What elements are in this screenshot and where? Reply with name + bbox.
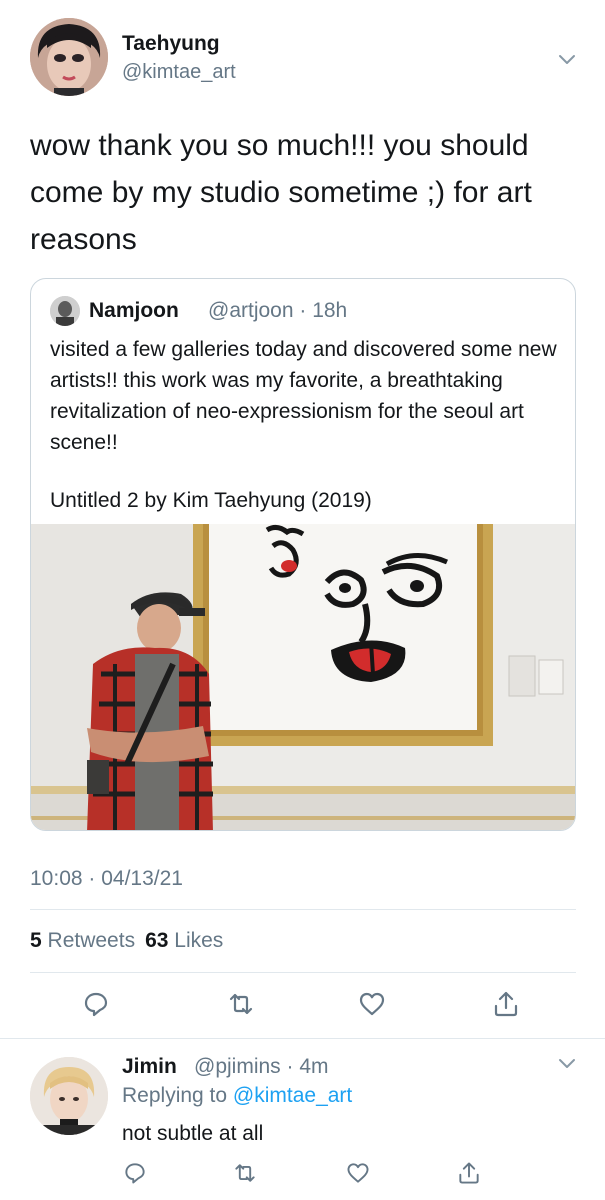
- reply-icon[interactable]: [122, 1160, 148, 1186]
- retweet-icon[interactable]: [232, 1160, 258, 1186]
- tweet-timestamp[interactable]: 10:08 · 04/13/21: [30, 867, 183, 891]
- quoted-author-avatar[interactable]: [50, 296, 80, 326]
- gallery-photo[interactable]: [31, 524, 575, 830]
- quoted-tweet-card[interactable]: Namjoon @artjoon · 18h visited a few gal…: [30, 278, 576, 831]
- replying-to-handle-link[interactable]: @kimtae_art: [233, 1084, 352, 1107]
- share-icon[interactable]: [456, 1160, 482, 1186]
- share-icon[interactable]: [491, 989, 521, 1019]
- like-icon[interactable]: [345, 1160, 371, 1186]
- tweet-text: wow thank you so much!!! you should come…: [30, 129, 532, 256]
- retweets-count[interactable]: 5: [30, 929, 42, 952]
- likes-label[interactable]: Likes: [174, 929, 223, 952]
- chevron-down-icon[interactable]: [556, 48, 578, 70]
- retweets-label[interactable]: Retweets: [48, 929, 136, 952]
- author-handle[interactable]: @kimtae_art: [122, 61, 236, 84]
- chevron-down-icon[interactable]: [556, 1052, 578, 1074]
- engagement-stats: 5 Retweets 63 Likes: [30, 929, 223, 953]
- likes-count[interactable]: 63: [145, 929, 168, 952]
- retweet-icon[interactable]: [226, 989, 256, 1019]
- reply-author-name[interactable]: Jimin: [122, 1055, 177, 1079]
- divider: [30, 972, 576, 973]
- reply-icon[interactable]: [81, 989, 111, 1019]
- quoted-author-name[interactable]: Namjoon: [89, 299, 179, 323]
- thread-divider: [0, 1038, 605, 1039]
- replying-to: Replying to @kimtae_art: [122, 1084, 352, 1108]
- divider: [30, 909, 576, 910]
- author-name[interactable]: Taehyung: [122, 32, 220, 56]
- replying-to-label: Replying to: [122, 1084, 228, 1107]
- quoted-tweet-text: visited a few galleries today and discov…: [50, 338, 557, 454]
- reply-text: not subtle at all: [122, 1122, 264, 1145]
- reply-author-avatar[interactable]: [30, 1057, 108, 1135]
- quoted-tweet-caption: Untitled 2 by Kim Taehyung (2019): [50, 489, 372, 512]
- quoted-author-handle-time[interactable]: @artjoon · 18h: [208, 299, 347, 323]
- reply-author-handle-time[interactable]: @pjimins · 4m: [194, 1055, 329, 1079]
- author-avatar[interactable]: [30, 18, 108, 96]
- like-icon[interactable]: [357, 989, 387, 1019]
